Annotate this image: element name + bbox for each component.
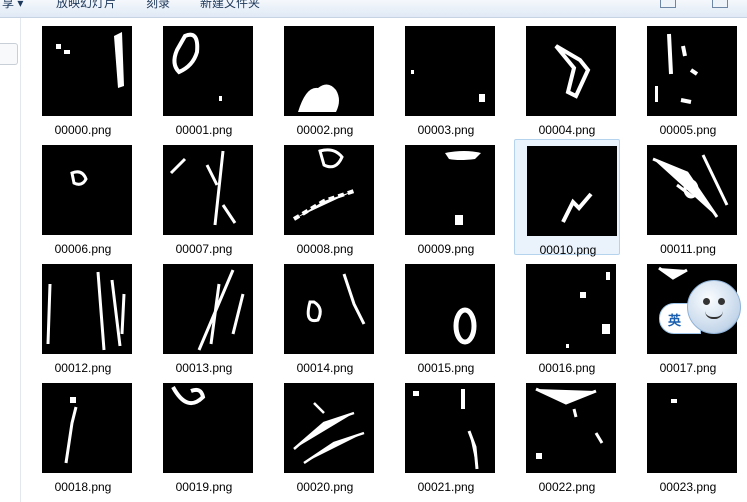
file-item[interactable]: 00015.png [393, 258, 499, 375]
file-name: 00013.png [175, 361, 233, 375]
help-icon[interactable] [712, 0, 728, 8]
file-item[interactable]: 00023.png [635, 377, 741, 494]
mascot-eye-icon [703, 298, 710, 305]
file-item[interactable]: 00012.png [30, 258, 136, 375]
file-thumbnail [405, 383, 495, 473]
mascot-mouth-icon [705, 311, 723, 319]
file-thumbnail [405, 26, 495, 116]
ime-language-label: 英 [668, 313, 682, 328]
file-thumbnail [284, 264, 374, 354]
navigation-pane-item[interactable] [0, 43, 18, 65]
file-item[interactable]: 00014.png [272, 258, 378, 375]
file-name: 00011.png [660, 242, 716, 256]
ime-mascot-icon[interactable] [687, 280, 741, 334]
file-thumbnail [42, 26, 132, 116]
file-item[interactable]: 00003.png [393, 20, 499, 137]
file-thumbnail [284, 145, 374, 235]
file-item[interactable]: 00018.png [30, 377, 136, 494]
file-item[interactable]: 00013.png [151, 258, 257, 375]
file-thumbnail [647, 383, 737, 473]
command-bar: 享 ▾ 放映幻灯片 刻录 新建文件夹 [0, 0, 747, 18]
file-thumbnail [163, 264, 253, 354]
file-name: 00009.png [417, 242, 475, 256]
file-name: 00005.png [659, 123, 717, 137]
file-name: 00012.png [54, 361, 112, 375]
file-thumbnail [526, 26, 616, 116]
file-thumbnail [284, 26, 374, 116]
file-name: 00008.png [296, 242, 354, 256]
file-thumbnail [526, 383, 616, 473]
file-thumbnail [42, 383, 132, 473]
file-item[interactable]: 00004.png [514, 20, 620, 137]
file-thumbnail [284, 383, 374, 473]
file-name: 00016.png [538, 361, 596, 375]
file-item[interactable]: 00016.png [514, 258, 620, 375]
file-thumbnail [526, 264, 616, 354]
file-thumbnail [163, 383, 253, 473]
file-item[interactable]: 00019.png [151, 377, 257, 494]
file-name: 00015.png [417, 361, 475, 375]
file-name: 00021.png [417, 480, 475, 494]
file-name: 00022.png [538, 480, 596, 494]
share-menu[interactable]: 享 ▾ [2, 0, 23, 11]
file-item[interactable]: 00002.png [272, 20, 378, 137]
file-name: 00018.png [54, 480, 112, 494]
file-name: 00019.png [175, 480, 233, 494]
file-item[interactable]: 00022.png [514, 377, 620, 494]
file-thumbnail [647, 26, 737, 116]
file-name: 00000.png [54, 123, 112, 137]
file-item[interactable]: 00007.png [151, 139, 257, 256]
file-thumbnail [405, 264, 495, 354]
file-grid: 00000.png 00001.png 00002.png 00003.png 0000… [30, 20, 747, 502]
file-thumbnail [163, 145, 253, 235]
slideshow-button[interactable]: 放映幻灯片 [56, 0, 116, 11]
file-item[interactable]: 00005.png [635, 20, 741, 137]
file-item[interactable]: 00008.png [272, 139, 378, 256]
file-name: 00017.png [659, 361, 717, 375]
file-name: 00003.png [417, 123, 475, 137]
file-item[interactable]: 00021.png [393, 377, 499, 494]
mascot-eye-icon [718, 298, 725, 305]
file-item[interactable]: 00011.png [635, 139, 741, 256]
file-name: 00007.png [175, 242, 233, 256]
navigation-pane [0, 18, 21, 502]
file-thumbnail [405, 145, 495, 235]
file-name: 00004.png [538, 123, 596, 137]
new-folder-button[interactable]: 新建文件夹 [200, 0, 260, 11]
file-thumbnail [42, 145, 132, 235]
file-name: 00010.png [539, 243, 597, 257]
file-thumbnail [42, 264, 132, 354]
file-name: 00006.png [54, 242, 112, 256]
file-item[interactable]: 00001.png [151, 20, 257, 137]
file-name: 00014.png [296, 361, 354, 375]
file-item[interactable]: 00009.png [393, 139, 499, 256]
file-item[interactable]: 00020.png [272, 377, 378, 494]
file-item[interactable]: 00000.png [30, 20, 136, 137]
burn-button[interactable]: 刻录 [146, 0, 170, 11]
file-item[interactable]: 00006.png [30, 139, 136, 256]
file-name: 00002.png [296, 123, 354, 137]
file-thumbnail [163, 26, 253, 116]
file-item[interactable]: 00010.png [514, 139, 620, 257]
file-name: 00001.png [175, 123, 233, 137]
file-name: 00020.png [296, 480, 354, 494]
view-options-icon[interactable] [660, 0, 676, 8]
file-thumbnail [527, 146, 617, 236]
file-name: 00023.png [659, 480, 717, 494]
file-thumbnail [647, 145, 737, 235]
